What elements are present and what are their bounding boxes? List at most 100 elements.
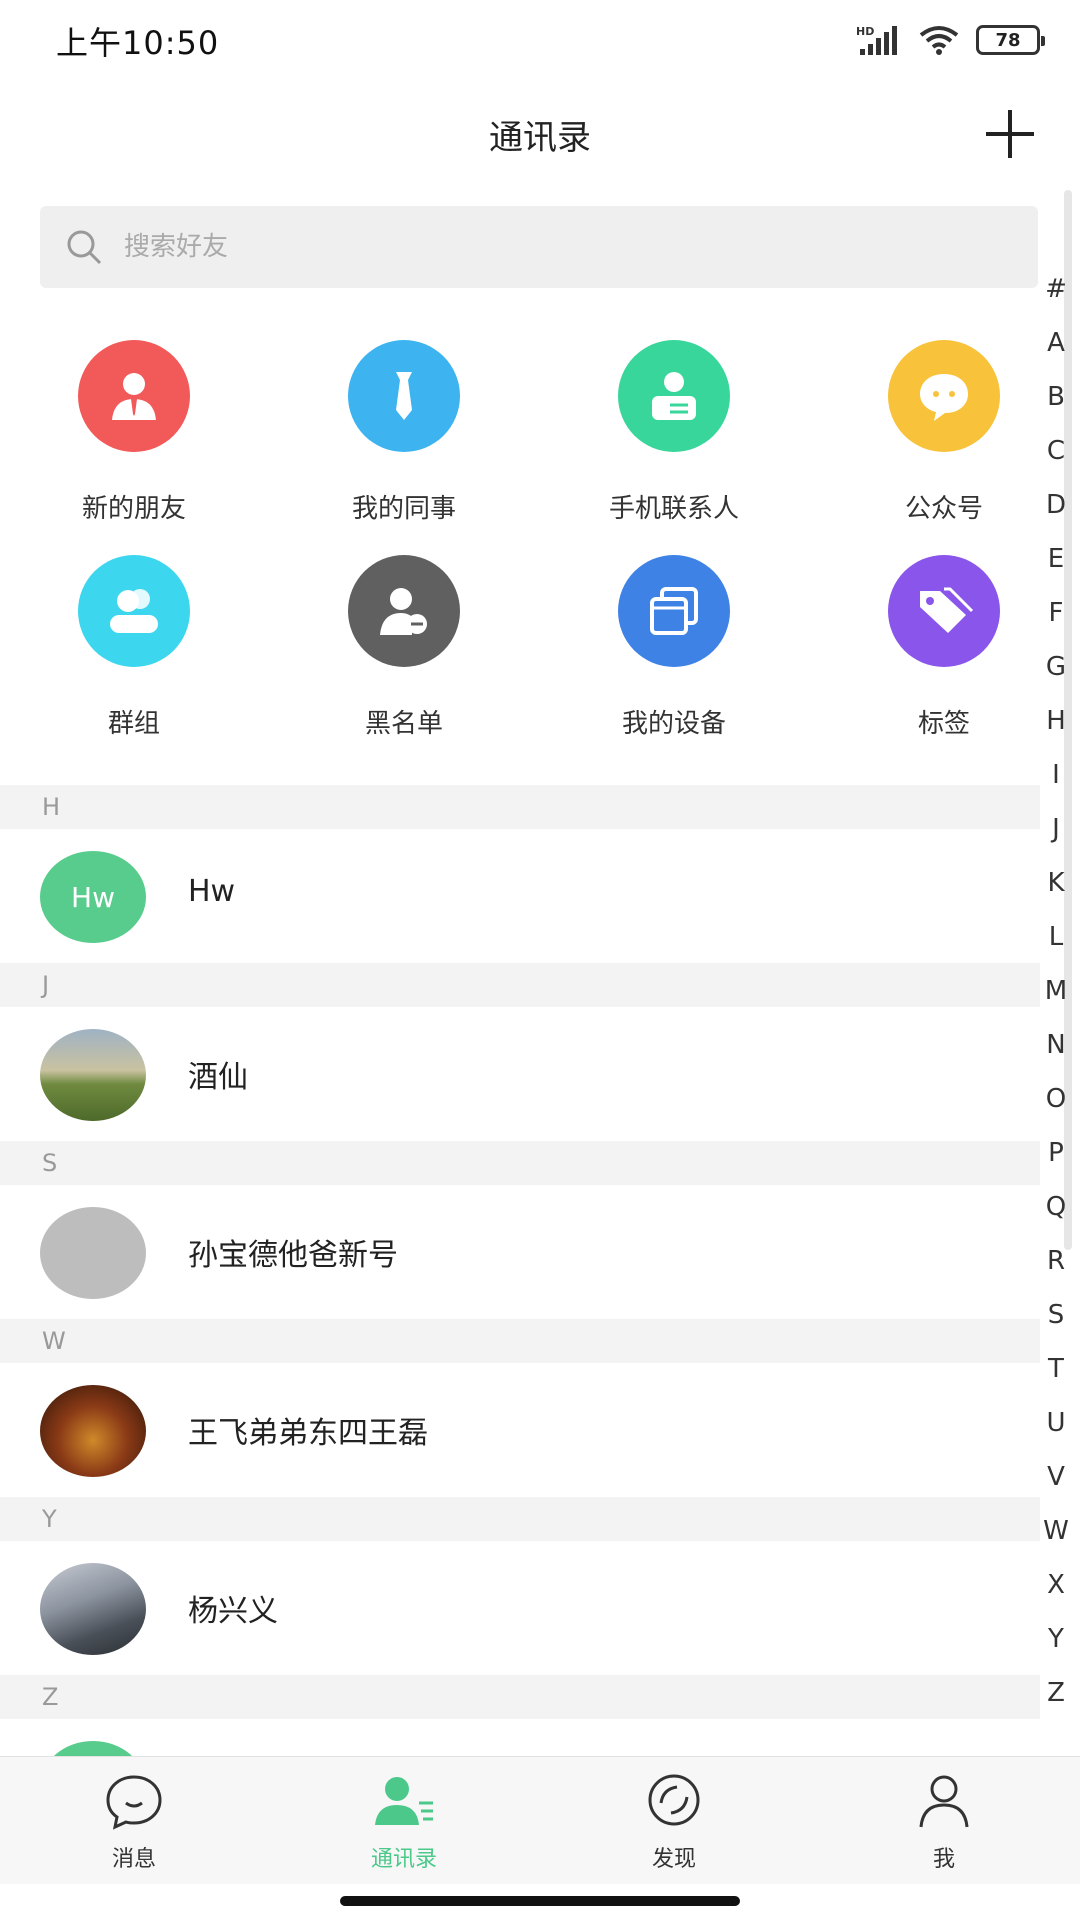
index-letter[interactable]: L [1036, 910, 1076, 964]
quick-label: 公众号 [904, 494, 983, 524]
index-letter[interactable]: J [1036, 802, 1076, 856]
index-letter[interactable]: Q [1036, 1180, 1076, 1234]
blacklist-icon [348, 555, 460, 667]
avatar [40, 1563, 146, 1655]
index-letter[interactable]: F [1036, 586, 1076, 640]
contact-row[interactable]: 孙宝德他爸新号 [0, 1185, 1040, 1319]
quick-official-accounts[interactable]: 公众号 [844, 340, 1044, 524]
page-title: 通讯录 [489, 118, 591, 158]
nav-label: 发现 [651, 1847, 696, 1872]
discover-icon [648, 1774, 700, 1826]
status-time: 上午10:50 [56, 24, 220, 62]
tag-icon [888, 555, 1000, 667]
section-header: Z [0, 1675, 1040, 1719]
section-header: W [0, 1319, 1040, 1363]
status-icons: HD 78 [856, 22, 1045, 58]
avatar [40, 1385, 146, 1477]
search-icon [67, 230, 102, 265]
section-header: S [0, 1141, 1040, 1185]
battery-indicator: 78 [976, 25, 1045, 55]
quick-label: 黑名单 [364, 709, 443, 739]
phone-contacts-icon [618, 340, 730, 452]
contact-name: 酒仙 [188, 1060, 248, 1095]
quick-actions: 新的朋友 我的同事 手机联系人 公众号 群组 黑名单 我的设备 标签 [0, 340, 1040, 760]
wifi-icon [919, 26, 959, 55]
nav-label: 消息 [111, 1847, 156, 1872]
index-letter[interactable]: Y [1036, 1612, 1076, 1666]
quick-devices[interactable]: 我的设备 [574, 555, 774, 739]
index-letter[interactable]: Z [1036, 1666, 1076, 1720]
alphabet-index[interactable]: # A B C D E F G H I J K L M N O P Q R S … [1036, 262, 1076, 1720]
index-letter[interactable]: H [1036, 694, 1076, 748]
bottom-navigation: 消息 通讯录 发现 我 [0, 1756, 1080, 1884]
nav-profile[interactable]: 我 [854, 1767, 1034, 1877]
index-letter[interactable]: E [1036, 532, 1076, 586]
section-header: H [0, 785, 1040, 829]
section-header: J [0, 963, 1040, 1007]
search-input[interactable] [124, 232, 924, 262]
quick-groups[interactable]: 群组 [34, 555, 234, 739]
plus-icon[interactable] [980, 104, 1040, 164]
contact-row[interactable]: 杨兴义 [0, 1541, 1040, 1675]
index-letter[interactable]: G [1036, 640, 1076, 694]
quick-phone-contacts[interactable]: 手机联系人 [574, 340, 774, 524]
device-icon [618, 555, 730, 667]
contact-row[interactable]: Hw Hw [0, 829, 1040, 963]
avatar [40, 1207, 146, 1299]
home-indicator[interactable] [340, 1896, 740, 1906]
nav-label: 我 [932, 1847, 955, 1872]
contact-row[interactable]: 王飞弟弟东四王磊 [0, 1363, 1040, 1497]
search-bar[interactable] [40, 206, 1038, 288]
index-letter[interactable]: O [1036, 1072, 1076, 1126]
nav-messages[interactable]: 消息 [44, 1767, 224, 1877]
colleague-icon [348, 340, 460, 452]
svg-text:HD: HD [856, 25, 874, 38]
index-letter[interactable]: A [1036, 316, 1076, 370]
index-letter[interactable]: P [1036, 1126, 1076, 1180]
quick-label: 群组 [107, 709, 160, 739]
official-account-icon [888, 340, 1000, 452]
quick-label: 手机联系人 [608, 494, 739, 524]
index-letter[interactable]: V [1036, 1450, 1076, 1504]
quick-new-friends[interactable]: 新的朋友 [34, 340, 234, 524]
nav-discover[interactable]: 发现 [584, 1767, 764, 1877]
header: 通讯录 [0, 80, 1080, 190]
contact-name: 杨兴义 [188, 1594, 278, 1629]
nav-contacts[interactable]: 通讯录 [314, 1767, 494, 1877]
quick-colleagues[interactable]: 我的同事 [304, 340, 504, 524]
index-letter[interactable]: T [1036, 1342, 1076, 1396]
quick-label: 标签 [917, 709, 970, 739]
quick-tags[interactable]: 标签 [844, 555, 1044, 739]
index-letter[interactable]: C [1036, 424, 1076, 478]
contact-list: H Hw Hw J 酒仙 S 孙宝德他爸新号 W 王飞弟弟东四王磊 Y 杨兴义 … [0, 785, 1040, 1853]
battery-level: 78 [995, 29, 1021, 51]
index-letter[interactable]: B [1036, 370, 1076, 424]
index-letter[interactable]: X [1036, 1558, 1076, 1612]
new-friend-icon [78, 340, 190, 452]
index-letter[interactable]: I [1036, 748, 1076, 802]
quick-label: 我的同事 [351, 494, 456, 524]
index-letter[interactable]: R [1036, 1234, 1076, 1288]
quick-label: 我的设备 [621, 709, 726, 739]
contact-name: Hw [188, 874, 236, 909]
index-letter[interactable]: W [1036, 1504, 1076, 1558]
index-letter[interactable]: S [1036, 1288, 1076, 1342]
index-letter[interactable]: M [1036, 964, 1076, 1018]
index-letter[interactable]: D [1036, 478, 1076, 532]
quick-label: 新的朋友 [81, 494, 186, 524]
index-letter[interactable]: # [1036, 262, 1076, 316]
avatar [40, 1029, 146, 1121]
status-bar: 上午10:50 HD 78 [0, 0, 1080, 80]
index-letter[interactable]: U [1036, 1396, 1076, 1450]
contact-row[interactable]: 酒仙 [0, 1007, 1040, 1141]
message-icon [106, 1775, 162, 1830]
index-letter[interactable]: N [1036, 1018, 1076, 1072]
quick-blacklist[interactable]: 黑名单 [304, 555, 504, 739]
section-header: Y [0, 1497, 1040, 1541]
contact-name: 王飞弟弟东四王磊 [188, 1416, 428, 1451]
index-letter[interactable]: K [1036, 856, 1076, 910]
contacts-icon [375, 1777, 433, 1825]
profile-icon [919, 1775, 969, 1828]
avatar: Hw [40, 851, 146, 943]
cellular-signal-icon: HD [856, 25, 897, 55]
